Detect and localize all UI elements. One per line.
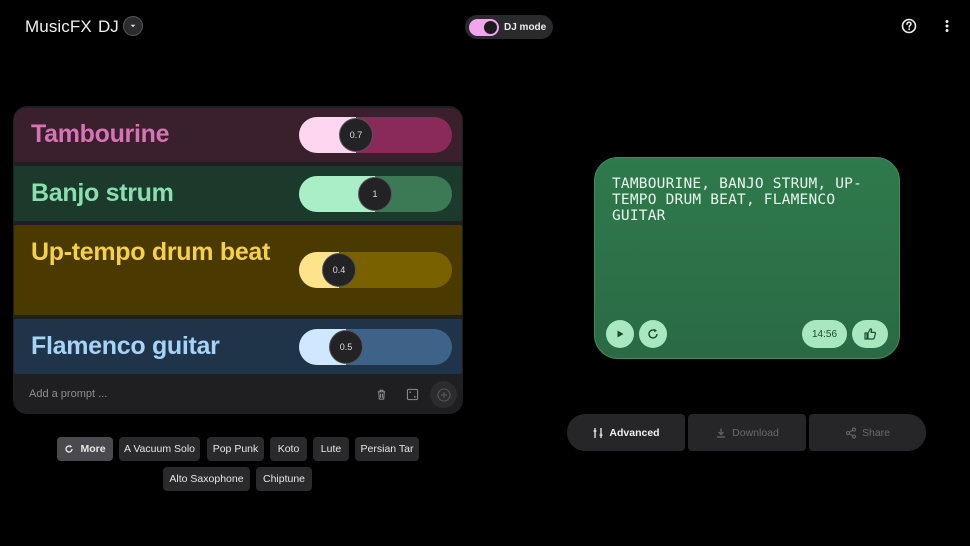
add-icon	[436, 387, 451, 402]
slider-thumb[interactable]: 0.5	[329, 330, 363, 364]
prompt-row-up-tempo-drum-beat[interactable]: Up-tempo drum beat 0.4	[14, 225, 462, 315]
replay-icon	[648, 328, 658, 339]
action-bar: Advanced Download Share	[567, 414, 926, 451]
dj-mode-label: DJ mode	[504, 21, 547, 33]
slider-thumb[interactable]: 0.7	[339, 118, 373, 152]
help-icon[interactable]	[901, 18, 917, 34]
prompt-row-flamenco-guitar[interactable]: Flamenco guitar 0.5	[14, 319, 462, 374]
prompt-text[interactable]: Up-tempo drum beat	[31, 235, 271, 270]
replay-button[interactable]	[639, 320, 667, 348]
now-playing-card: TAMBOURINE, BANJO STRUM, UP-TEMPO DRUM B…	[594, 157, 900, 359]
like-button[interactable]	[852, 320, 888, 348]
suggestion-chip[interactable]: Persian Tar	[355, 437, 419, 461]
more-label: More	[80, 443, 106, 455]
prompt-row-banjo-strum[interactable]: Banjo strum 1	[14, 166, 462, 221]
weight-slider[interactable]: 0.5	[299, 329, 452, 365]
prompt-panel: Tambourine 0.7 Banjo strum 1 Up-tempo dr…	[13, 106, 463, 414]
suggestion-chip[interactable]: Lute	[313, 437, 349, 461]
prompt-text[interactable]: Tambourine	[31, 117, 170, 152]
dj-mode-toggle[interactable]: DJ mode	[465, 15, 553, 39]
mode-label: DJ	[98, 17, 119, 36]
weight-slider[interactable]: 0.4	[299, 252, 452, 288]
add-prompt-row	[13, 374, 463, 414]
prompt-text[interactable]: Banjo strum	[31, 176, 174, 211]
dice-icon[interactable]	[406, 388, 419, 401]
now-playing-title: TAMBOURINE, BANJO STRUM, UP-TEMPO DRUM B…	[612, 176, 863, 224]
suggestion-chip[interactable]: Alto Saxophone	[163, 467, 250, 491]
slider-thumb[interactable]: 0.4	[322, 253, 356, 287]
prompt-text[interactable]: Flamenco guitar	[31, 329, 220, 364]
download-icon	[717, 428, 726, 438]
share-icon	[845, 427, 856, 438]
chevron-down-icon	[130, 24, 136, 28]
app-title: MusicFX	[25, 17, 92, 36]
suggestion-chip[interactable]: A Vacuum Solo	[119, 437, 200, 461]
thumb-up-icon	[864, 328, 877, 340]
mode-dropdown-button[interactable]	[123, 16, 143, 36]
advanced-label: Advanced	[609, 426, 660, 439]
add-prompt-button[interactable]	[430, 381, 457, 408]
share-button[interactable]: Share	[809, 414, 926, 451]
more-suggestions-button[interactable]: More	[57, 437, 113, 461]
download-label: Download	[732, 426, 779, 439]
switch-knob	[484, 20, 497, 34]
suggestion-chip[interactable]: Koto	[270, 437, 307, 461]
weight-slider[interactable]: 1	[299, 176, 452, 212]
more-vert-icon[interactable]	[939, 18, 955, 34]
add-prompt-input[interactable]	[29, 388, 229, 400]
suggestion-chip[interactable]: Chiptune	[256, 467, 312, 491]
play-button[interactable]	[606, 320, 634, 348]
share-label: Share	[861, 426, 891, 439]
weight-slider[interactable]: 0.7	[299, 117, 452, 153]
refresh-icon	[65, 445, 74, 453]
prompt-row-tambourine[interactable]: Tambourine 0.7	[14, 108, 462, 162]
dj-mode-switch[interactable]	[469, 18, 499, 36]
play-icon	[617, 330, 624, 338]
suggestion-chip[interactable]: Pop Punk	[207, 437, 264, 461]
track-time: 14:56	[802, 320, 847, 348]
slider-thumb[interactable]: 1	[358, 177, 392, 211]
download-button[interactable]: Download	[688, 414, 806, 451]
tune-icon	[593, 427, 603, 438]
advanced-button[interactable]: Advanced	[567, 414, 685, 451]
trash-icon[interactable]	[375, 388, 388, 401]
